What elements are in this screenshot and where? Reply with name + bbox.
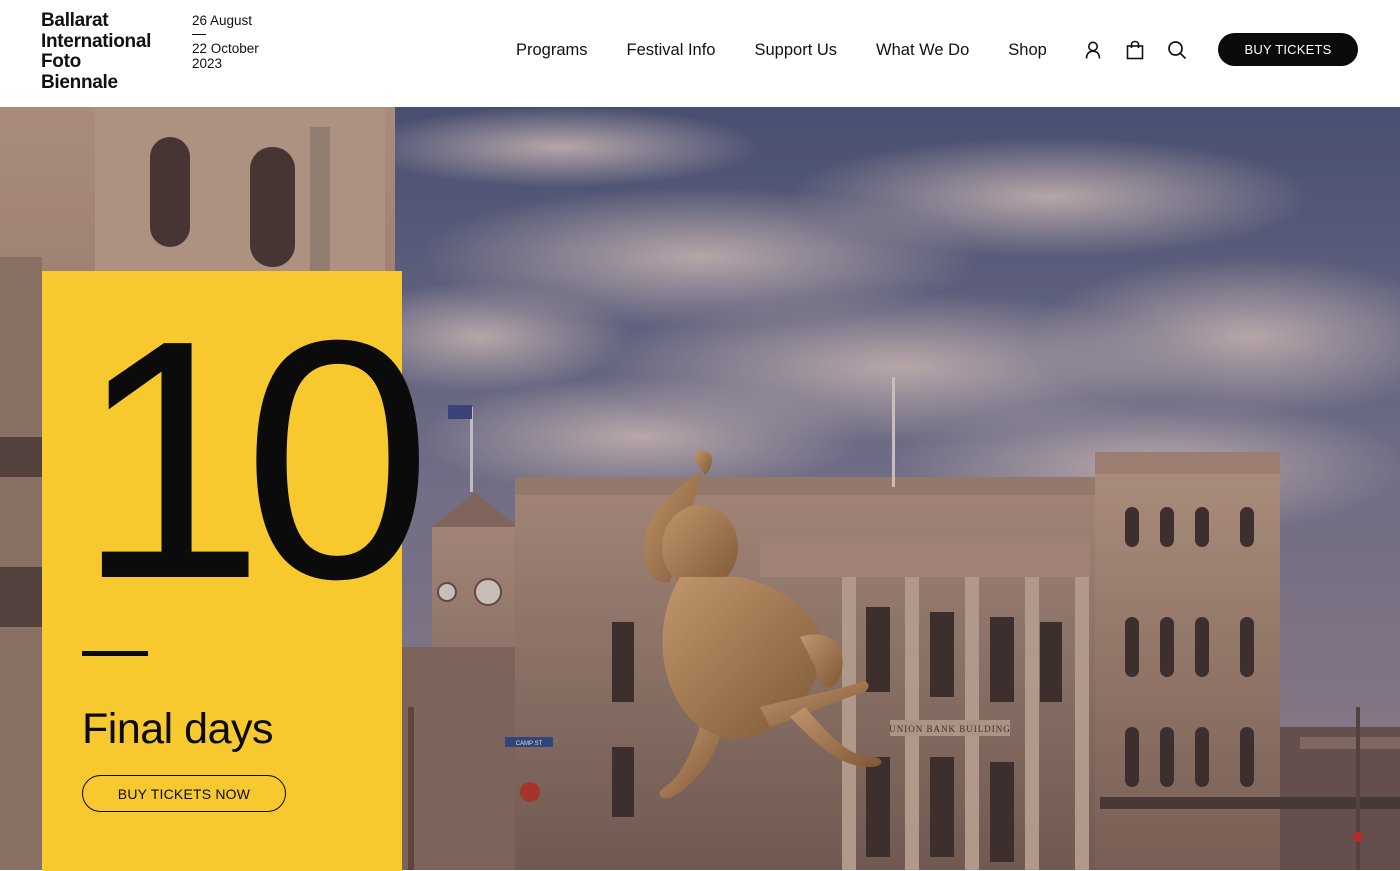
logo-line-3: Foto <box>41 51 81 72</box>
logo-line-4: Biennale <box>41 71 118 93</box>
promo-divider <box>82 651 148 656</box>
search-icon[interactable] <box>1166 39 1188 61</box>
nav-shop[interactable]: Shop <box>1008 41 1047 60</box>
date-separator <box>192 34 206 35</box>
promo-title: Final days <box>82 705 273 753</box>
account-icon[interactable] <box>1082 39 1104 61</box>
date-start: 26 August <box>192 13 253 28</box>
site-logo[interactable]: Ballarat International Foto Biennale <box>41 10 152 93</box>
site-header: Ballarat International Foto Biennale 26 … <box>0 0 1400 107</box>
date-year: 2023 <box>192 56 223 71</box>
days-remaining-number: 10 <box>76 270 432 650</box>
festival-dates: 26 August 22 October 2023 <box>192 13 259 71</box>
nav-support-us[interactable]: Support Us <box>755 41 838 60</box>
shopping-bag-icon[interactable] <box>1124 39 1146 61</box>
buy-tickets-button[interactable]: BUY TICKETS <box>1218 33 1358 66</box>
nav-what-we-do[interactable]: What We Do <box>876 41 969 60</box>
logo-line-2: International <box>41 30 152 52</box>
promo-panel: 10 Final days BUY TICKETS NOW <box>42 271 432 871</box>
date-end: 22 October <box>192 41 259 56</box>
logo-line-1: Ballarat <box>41 10 109 31</box>
nav-programs[interactable]: Programs <box>516 41 588 60</box>
buy-tickets-now-button[interactable]: BUY TICKETS NOW <box>82 775 286 812</box>
nav-festival-info[interactable]: Festival Info <box>627 41 716 60</box>
main-nav: Programs Festival Info Support Us What W… <box>516 41 1047 60</box>
